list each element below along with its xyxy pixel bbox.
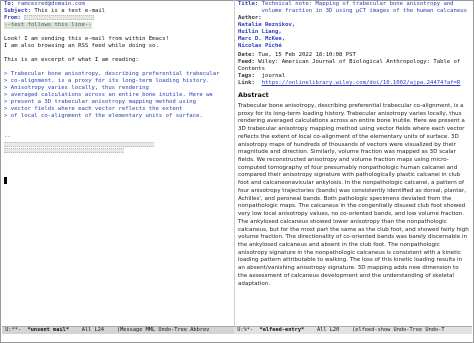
- separator-line: --text follows this line--: [4, 22, 92, 29]
- subject-value[interactable]: This is a test e-mail: [34, 8, 105, 14]
- author-name: Nicolas Piché: [238, 43, 282, 49]
- entry-link[interactable]: https://onlinelibrary.wiley.com/doi/10.1…: [262, 80, 461, 86]
- text-cursor: [4, 177, 7, 184]
- buffer-name[interactable]: *elfeed-entry*: [260, 327, 305, 333]
- quote-line[interactable]: > vector fields where each vector reflec…: [4, 106, 231, 113]
- entry-date: Tue, 15 Feb 2022 18:10:08 PST: [258, 52, 356, 58]
- quote-line[interactable]: > Trabecular bone anisotropy, describing…: [4, 71, 231, 78]
- quote-line[interactable]: > co-alignment, is a proxy for its long-…: [4, 78, 231, 85]
- feed-field: Feed: Wiley: American Journal of Biologi…: [238, 59, 461, 65]
- feed-field-cont: Contents: [238, 66, 265, 72]
- body-line[interactable]: I am also browsing an RSS feed while doi…: [4, 43, 231, 50]
- quote-line[interactable]: > Anisotropy varies locally, thus render…: [4, 85, 231, 92]
- title-field: Title: Technical note: Mapping of trabec…: [238, 1, 454, 7]
- from-header[interactable]: From:: [4, 15, 231, 22]
- to-header[interactable]: To: ramcesred@domain.com: [4, 1, 231, 8]
- author-name: Huilin Liang,: [238, 29, 282, 35]
- abstract-text: Trabecular bone anisotropy, describing p…: [238, 103, 469, 287]
- elfeed-entry-buffer[interactable]: Title: Technical note: Mapping of trabec…: [234, 0, 472, 326]
- entry-title: Technical note: Mapping of trabecular bo…: [261, 1, 454, 7]
- author-name: Marc D. McKee,: [238, 36, 286, 42]
- major-mode[interactable]: (Message MML Undo-Tree Abbrev: [117, 327, 209, 333]
- quote-line[interactable]: > averaged calculations across an entire…: [4, 92, 231, 99]
- body-line[interactable]: Look! I am sending this e-mail from with…: [4, 36, 231, 43]
- body-line[interactable]: This is an excerpt of what I am reading:: [4, 57, 231, 64]
- abstract-heading: Abstract: [238, 91, 269, 99]
- major-mode[interactable]: (elfeed-show Undo-Tree Undo-T: [352, 327, 444, 333]
- quote-line[interactable]: > of local co-alignment of the elementar…: [4, 113, 231, 120]
- author-field: Author:: [238, 15, 262, 21]
- title-field-cont: volume fraction in 3D using µCT images o…: [261, 8, 468, 14]
- tag-journal[interactable]: journal: [262, 73, 286, 79]
- date-field: Date: Tue, 15 Feb 2022 18:10:08 PST: [238, 52, 356, 58]
- buffer-name[interactable]: *unsent mail*: [28, 327, 69, 333]
- mail-compose-buffer[interactable]: To: ramcesred@domain.com Subject: This i…: [2, 0, 233, 326]
- link-field: Link: https://onlinelibrary.wiley.com/do…: [238, 80, 461, 86]
- signature-dashes: --: [4, 134, 11, 140]
- from-redacted: [24, 15, 95, 20]
- author-name: Natalie Reznikov,: [238, 22, 296, 28]
- mode-line-left[interactable]: U:**- *unsent mail* All L24 (Message MML…: [2, 326, 234, 334]
- feed-name: Wiley: American Journal of Biological An…: [258, 59, 461, 65]
- subject-header[interactable]: Subject: This is a test e-mail: [4, 8, 231, 15]
- tags-field: Tags: journal: [238, 73, 286, 79]
- to-address[interactable]: ramcesred@domain.com: [17, 1, 84, 7]
- signature-redacted: [4, 142, 154, 153]
- mode-line-right[interactable]: U:%*- *elfeed-entry* All L20 (elfeed-sho…: [234, 326, 472, 334]
- quote-line[interactable]: > present a 3D trabecular anisotropy map…: [4, 99, 231, 106]
- echo-area[interactable]: [2, 335, 472, 342]
